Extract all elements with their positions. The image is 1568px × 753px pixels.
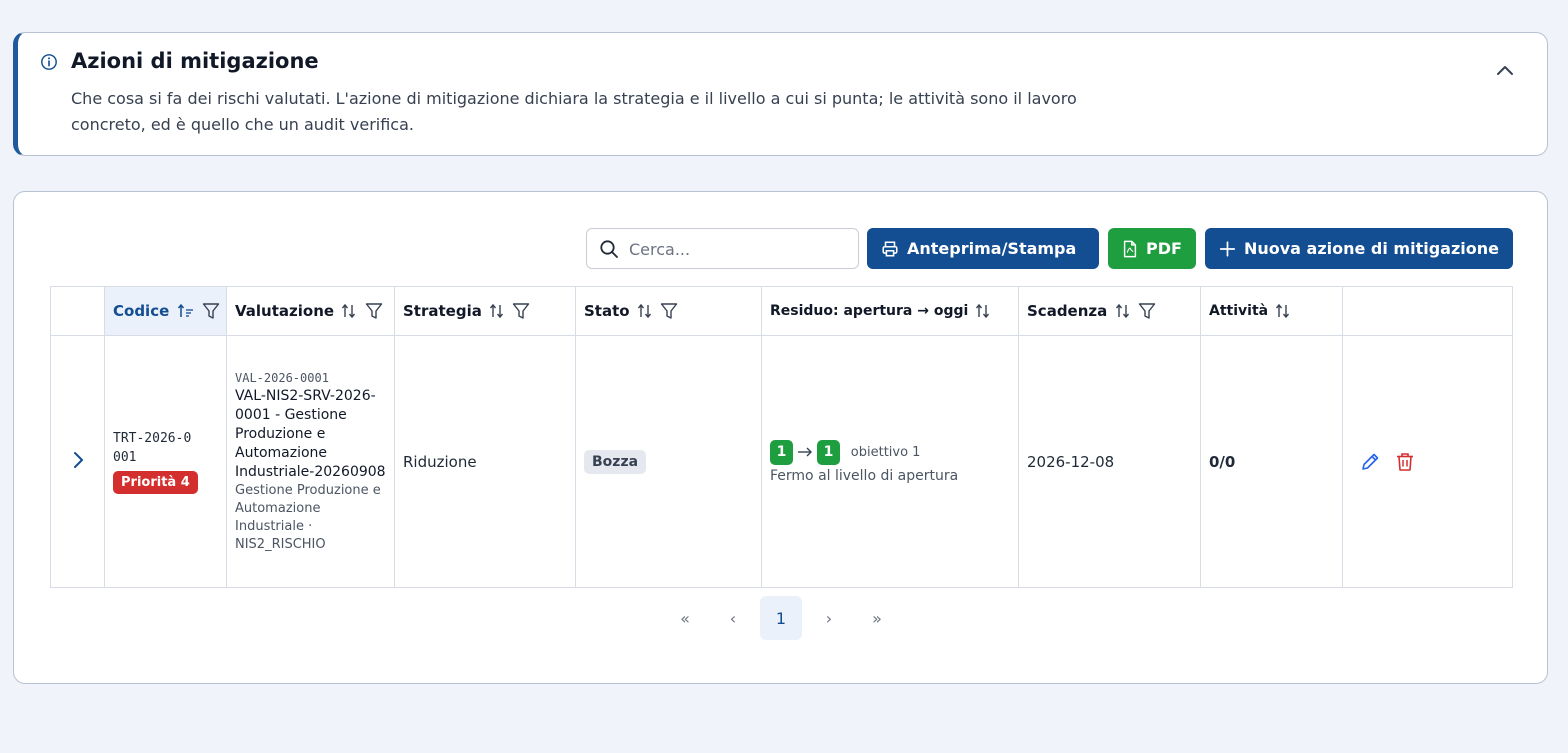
first-page-button[interactable]: « <box>664 596 706 640</box>
filter-icon[interactable] <box>365 302 383 320</box>
status-badge: Bozza <box>584 449 647 474</box>
column-label-scadenza: Scadenza <box>1027 301 1108 320</box>
filter-icon[interactable] <box>202 302 220 320</box>
search-input[interactable] <box>629 237 849 261</box>
mitigation-table-card: Anteprima/Stampa PDF Nuova azione di mit… <box>13 191 1548 684</box>
stato-cell: Bozza <box>575 335 762 588</box>
attivita-cell: 0/0 <box>1200 335 1343 588</box>
scadenza-cell: 2026-12-08 <box>1018 335 1201 588</box>
sort-icon[interactable] <box>637 303 653 319</box>
sort-icon[interactable] <box>489 303 505 319</box>
info-title: Azioni di mitigazione <box>71 49 319 73</box>
next-page-button[interactable]: › <box>808 596 850 640</box>
chevron-up-icon[interactable] <box>1493 59 1517 83</box>
prev-page-button[interactable]: ‹ <box>712 596 754 640</box>
column-header-strategia[interactable]: Strategia <box>394 286 576 336</box>
residuo-cell: 1 1 obiettivo 1 Fermo al livello di aper… <box>761 335 1019 588</box>
print-preview-label: Anteprima/Stampa <box>907 239 1077 258</box>
residual-target: obiettivo 1 <box>850 444 921 460</box>
info-description: Che cosa si fa dei rischi valutati. L'az… <box>71 89 1077 134</box>
column-header-residuo[interactable]: Residuo: apertura → oggi <box>761 286 1019 336</box>
column-header-codice[interactable]: Codice <box>104 286 227 336</box>
page-1-button[interactable]: 1 <box>760 596 802 640</box>
codice-cell: TRT-2026-0001 Priorità 4 <box>104 335 227 588</box>
edit-pencil-icon[interactable] <box>1359 451 1381 473</box>
column-label-codice: Codice <box>113 301 170 320</box>
chevron-right-icon[interactable] <box>70 450 86 470</box>
new-mitigation-button[interactable]: Nuova azione di mitigazione <box>1205 228 1513 269</box>
column-header-attivita[interactable]: Attività <box>1200 286 1343 336</box>
assessment-title: VAL-NIS2-SRV-2026-0001 - Gestione Produz… <box>235 387 386 480</box>
info-panel: Azioni di mitigazione Che cosa si fa dei… <box>13 32 1548 156</box>
mitigation-table: Codice Valutazione Strategia Stato Resid… <box>50 286 1513 588</box>
expand-column-header <box>50 286 105 336</box>
column-label-stato: Stato <box>584 301 630 320</box>
trash-icon[interactable] <box>1394 451 1416 473</box>
filter-icon[interactable] <box>512 302 530 320</box>
actions-cell <box>1342 335 1513 588</box>
assessment-code: VAL-2026-0001 <box>235 370 329 385</box>
column-label-residuo: Residuo: apertura → oggi <box>770 303 969 319</box>
table-row[interactable]: TRT-2026-0001 Priorità 4 VAL-2026-0001 V… <box>50 335 1513 588</box>
printer-icon <box>882 240 898 257</box>
pagination: « ‹ 1 › » <box>14 596 1547 640</box>
last-page-button[interactable]: » <box>856 596 898 640</box>
priority-badge: Priorità 4 <box>113 471 198 494</box>
search-icon <box>600 240 618 258</box>
sort-icon[interactable] <box>1115 303 1131 319</box>
residual-note: Fermo al livello di apertura <box>770 467 959 484</box>
sort-icon[interactable] <box>341 303 357 319</box>
sort-icon[interactable] <box>1275 303 1291 319</box>
pdf-file-icon <box>1123 240 1137 257</box>
sort-icon[interactable] <box>975 303 991 319</box>
actions-column-header <box>1342 286 1513 336</box>
plus-icon <box>1219 240 1236 257</box>
column-label-attivita: Attività <box>1209 303 1269 319</box>
filter-icon[interactable] <box>1138 302 1156 320</box>
assessment-subtitle: Gestione Produzione e Automazione Indust… <box>235 482 381 552</box>
sort-ascending-icon[interactable] <box>177 303 195 319</box>
column-label-valutazione: Valutazione <box>235 301 335 320</box>
column-label-strategia: Strategia <box>403 301 482 320</box>
arrow-right-icon <box>798 447 812 457</box>
expand-cell[interactable] <box>50 335 105 588</box>
info-icon <box>41 54 57 70</box>
pdf-button[interactable]: PDF <box>1108 228 1196 269</box>
pdf-label: PDF <box>1146 239 1182 258</box>
residual-open-badge: 1 <box>770 439 793 465</box>
print-preview-button[interactable]: Anteprima/Stampa <box>867 228 1099 269</box>
residual-today-badge: 1 <box>817 439 840 465</box>
filter-icon[interactable] <box>660 302 678 320</box>
table-header-row: Codice Valutazione Strategia Stato Resid… <box>50 286 1513 336</box>
valutazione-cell: VAL-2026-0001 VAL-NIS2-SRV-2026-0001 - G… <box>226 335 395 588</box>
new-mitigation-label: Nuova azione di mitigazione <box>1243 239 1499 258</box>
column-header-scadenza[interactable]: Scadenza <box>1018 286 1201 336</box>
mitigation-code: TRT-2026-0001 <box>113 431 192 465</box>
search-box[interactable] <box>586 228 859 269</box>
column-header-valutazione[interactable]: Valutazione <box>226 286 395 336</box>
strategia-cell: Riduzione <box>394 335 576 588</box>
column-header-stato[interactable]: Stato <box>575 286 762 336</box>
